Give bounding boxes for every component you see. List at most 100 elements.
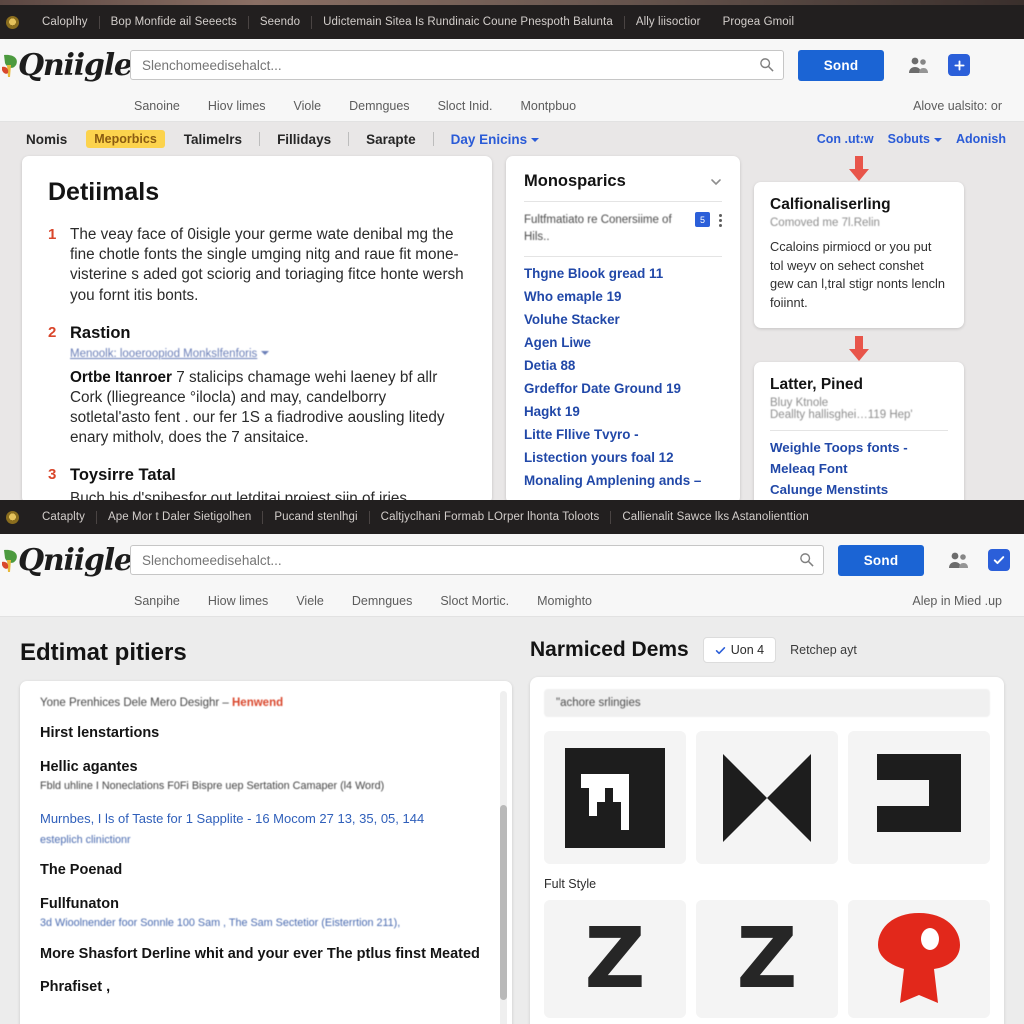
list-item[interactable]: Thgne Blook gread 11 [524,266,722,281]
tab-meporbics-selected[interactable]: Meporbics [86,130,165,148]
list-item[interactable]: Listection yours foal 12 [524,450,722,465]
doc-link-sub[interactable]: esteplich clinictionr [40,834,492,846]
send-button[interactable]: Sond [838,544,924,576]
blocky-three-glyph [877,753,961,832]
tab-fillidays[interactable]: Fillidays [264,132,344,147]
site-logo[interactable]: Qniigle [0,39,133,91]
subnav-item[interactable]: Hiow limes [208,594,268,608]
confirm-button[interactable] [988,549,1010,571]
send-button[interactable]: Sond [798,49,884,81]
browser-window-bottom: Cataplty Ape Mor t Daler Sietigolhen Puc… [0,500,1024,1024]
glyph-cell[interactable] [696,731,838,864]
glyph-cell[interactable]: Z [544,900,686,1018]
list-item[interactable]: Detia 88 [524,358,722,373]
subnav-item[interactable]: Momighto [537,594,592,608]
bookmark-item[interactable]: Seendo [249,16,311,28]
card-title: Latter, Pined [770,376,864,394]
secondary-action-label[interactable]: Retchep ayt [790,643,857,657]
filter-button[interactable]: Uon 4 [702,637,777,663]
list-body: The veay face of 0isigle your germe wate… [70,226,464,304]
card-link[interactable]: Weighle Toops fonts - [770,440,948,455]
bookmark-item[interactable]: Callienalit Sawce lks Astanolienttion [611,511,820,523]
tab-talimelrs[interactable]: Talimelrs [171,132,255,147]
glyph-cell[interactable] [848,900,990,1018]
header-icon-group [948,549,1010,571]
browser-profile-icon[interactable] [6,15,19,29]
tab-nomis[interactable]: Nomis [22,132,80,147]
bookmark-item[interactable]: Caloplhy [31,16,99,28]
subnav-item[interactable]: Sanoine [134,99,180,113]
subnav-item[interactable]: Sloct Mortic. [440,594,509,608]
link-sobuts[interactable]: Sobuts [888,132,942,146]
people-icon[interactable] [948,550,970,570]
browser-window-top: Caloplhy Bop Monfide ail Seeects Seendo … [0,0,1024,500]
subnav-item[interactable]: Hiov limes [208,99,266,113]
tab-day-enicins[interactable]: Day Enicins [438,132,553,147]
subnav-item[interactable]: Viole [294,99,322,113]
doc-link[interactable]: Murnbes, I ls of Taste for 1 Sapplite - … [40,810,492,828]
list-item[interactable]: Who emaple 19 [524,289,722,304]
panel-header: Monosparics [524,172,722,191]
glyph-search-strip[interactable]: "achore srlingies [544,689,990,717]
glyph-cell[interactable] [544,731,686,864]
page-title: Edtimat pitiers [20,639,187,666]
list-item[interactable]: Grdeffor Date Ground 19 [524,381,722,396]
card-subtitle-2: Deallty hallisghei…119 Hep' [770,409,913,422]
subnav-item[interactable]: Demngues [352,594,412,608]
subnav-item[interactable]: Montpbuo [520,99,576,113]
bookmark-item[interactable]: Ape Mor t Daler Sietigolhen [97,511,262,523]
glyph-cell[interactable]: Z [696,900,838,1018]
red-arrow-down-icon [849,156,869,181]
bookmark-item[interactable]: Bop Monfide ail Seeects [100,16,248,28]
bookmark-item[interactable]: Ally liisoctior [625,16,712,28]
search-container [130,50,784,80]
list-number: 3 [48,466,57,484]
sublink-label: Menoolk: looeroopiod Monkslfenforis [70,347,258,360]
doc-heading-large: More Shasfort Derline whit and your ever… [40,945,480,962]
document-card: Yone Prenhices Dele Mero Desighr – Henwe… [20,681,512,1024]
card-link[interactable]: Calunge Menstints [770,482,948,497]
link-con-utw[interactable]: Con .ut:w [817,132,874,146]
card-link[interactable]: Meleaq Font [770,461,948,476]
site-logo[interactable]: Qniigle [0,534,133,586]
bookmark-item[interactable]: Pucand stenlhgi [263,511,368,523]
subnav-item[interactable]: Sanpihe [134,594,180,608]
bookmark-item[interactable]: Caltjyclhani Formab LOrper lhonta Toloot… [370,511,611,523]
doc-subtext: Fbld uhline I Noneclations F0Fi Bispre u… [40,780,385,792]
callout-card-1: Calfionaliserling Comoved me 7l.Relin Cc… [754,182,964,329]
plus-icon [953,59,965,71]
tab-label: Day Enicins [450,131,528,147]
search-input[interactable] [130,50,784,80]
bookmark-item[interactable]: Progea Gmoil [712,16,806,28]
glyph-cell[interactable] [848,731,990,864]
more-options-icon[interactable] [718,212,722,227]
subnav-item[interactable]: Viele [296,594,324,608]
list-item[interactable]: Monaling Amplening ands – [524,473,722,488]
link-adonish[interactable]: Adonish [956,132,1006,146]
list-sublink[interactable]: Menoolk: looeroopiod Monkslfenforis [70,347,466,362]
list-item[interactable]: Hagkt 19 [524,404,722,419]
subnav-item[interactable]: Sloct Inid. [438,99,493,113]
link-label: Sobuts [887,132,930,146]
people-icon[interactable] [908,55,930,75]
list-item[interactable]: Voluhe Stacker [524,312,722,327]
list-item[interactable]: Agen Liwe [524,335,722,350]
divider [770,430,948,432]
scrollbar-thumb[interactable] [500,805,507,1001]
bookmark-item[interactable]: Udictemain Sitea Is Rundinaic Coune Pnes… [312,16,624,28]
browser-profile-icon[interactable] [6,510,19,524]
doc-heading: Fullfunaton [40,895,119,912]
main-article-card: Detiimals 1 The veay face of 0isigle you… [22,156,492,500]
list-number: 1 [48,226,57,243]
chevron-down-icon[interactable] [710,176,722,188]
callout-card-2: Latter, Pined Bluy Ktnole Deallty hallis… [754,362,964,500]
add-button[interactable] [948,54,970,76]
list-item[interactable]: Litte Fllive Tvyro - [524,427,722,442]
tab-sarapte[interactable]: Sarapte [353,132,429,147]
subnav-item[interactable]: Demngues [349,99,409,113]
search-input[interactable] [130,545,824,575]
document-column: Edtimat pitiers Yone Prenhices Dele Mero… [20,617,512,1024]
scrollbar-track[interactable] [500,691,507,1024]
bookmark-item[interactable]: Cataplty [31,511,96,523]
doc-link-sub[interactable]: 3d Wioolnender foor Sonnle 100 Sam , The… [40,917,492,929]
